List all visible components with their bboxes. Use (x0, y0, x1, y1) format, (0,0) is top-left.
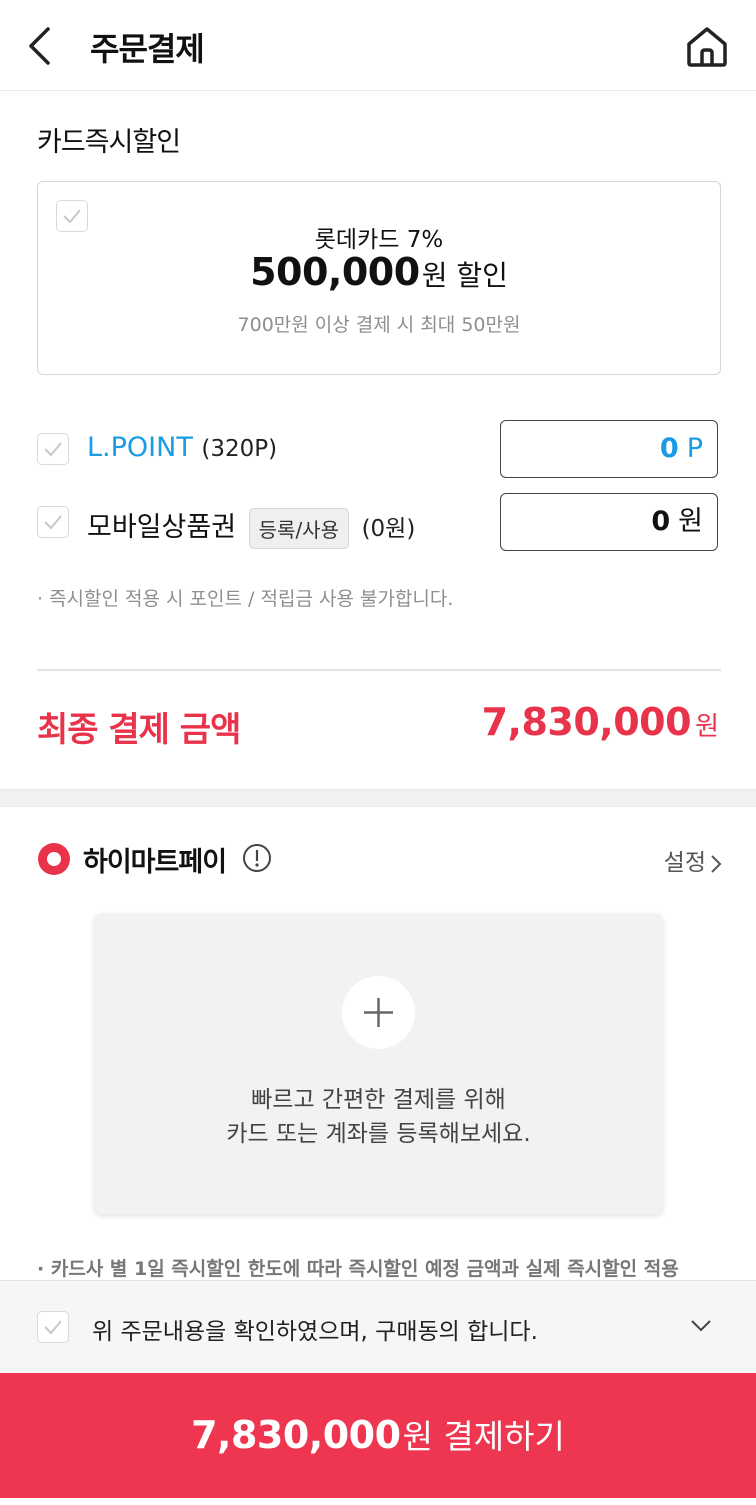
add-payment-card[interactable]: 빠르고 간편한 결제를 위해 카드 또는 계좌를 등록해보세요. (94, 913, 663, 1214)
pay-button[interactable]: 7,830,000원 결제하기 (0, 1373, 756, 1498)
chevron-down-icon[interactable] (690, 1319, 712, 1333)
discount-limit-warning: · 카드사 별 1일 즉시할인 한도에 따라 즉시할인 예정 금액과 실제 즉시… (37, 1258, 679, 1280)
lpoint-label: L.POINT (87, 432, 193, 463)
agreement-checkbox[interactable] (37, 1311, 69, 1343)
divider (37, 669, 721, 671)
check-icon (44, 1320, 62, 1335)
point-notice: · 즉시할인 적용 시 포인트 / 적립금 사용 불가합니다. (37, 588, 454, 610)
lpoint-input[interactable]: 0P (500, 420, 718, 478)
card-discount-note: 700만원 이상 결제 시 최대 50만원 (237, 314, 521, 336)
mobile-gift-balance: (0원) (361, 516, 416, 542)
mobile-gift-input[interactable]: 0원 (500, 493, 718, 551)
settings-label: 설정 (663, 850, 706, 876)
add-payment-text-line1: 빠르고 간편한 결제를 위해 (251, 1087, 506, 1113)
add-payment-text-line2: 카드 또는 계좌를 등록해보세요. (226, 1121, 531, 1147)
agreement-text: 위 주문내용을 확인하였으며, 구매동의 합니다. (92, 1319, 538, 1345)
himart-pay-radio[interactable] (37, 842, 71, 876)
discount-suffix: 원 할인 (421, 259, 508, 292)
section-gap (0, 789, 756, 807)
lpoint-checkbox[interactable] (37, 433, 69, 465)
check-icon (44, 442, 62, 457)
check-icon (44, 515, 62, 530)
lpoint-input-value: 0 (659, 433, 679, 464)
card-discount-amount: 500,000원 할인 (38, 250, 720, 294)
header: 주문결제 (0, 0, 756, 91)
final-amount: 7,830,000 원 (482, 700, 719, 744)
lpoint-row: L.POINT (320P) 0P (37, 420, 719, 480)
mobile-gift-input-value: 0 (651, 506, 671, 537)
himart-pay-title: 하이마트페이 (83, 847, 227, 878)
pay-button-amount: 7,830,000 (191, 1413, 401, 1457)
discount-value: 500,000 (250, 250, 420, 294)
mobile-gift-row: 모바일상품권 등록/사용 (0원) 0원 (37, 493, 719, 553)
mobile-gift-label: 모바일상품권 (87, 512, 237, 543)
lpoint-input-unit: P (686, 433, 703, 464)
lpoint-balance: (320P) (201, 436, 278, 462)
final-amount-label: 최종 결제 금액 (37, 710, 241, 750)
add-button[interactable] (342, 976, 415, 1049)
info-icon[interactable] (242, 843, 272, 873)
agreement-bar[interactable]: 위 주문내용을 확인하였으며, 구매동의 합니다. (0, 1280, 756, 1374)
plus-icon (364, 998, 393, 1027)
mobile-gift-input-unit: 원 (678, 506, 703, 537)
final-amount-unit: 원 (695, 712, 719, 742)
card-name: 롯데카드 7% (314, 227, 444, 253)
mobile-gift-checkbox[interactable] (37, 506, 69, 538)
final-amount-value: 7,830,000 (481, 700, 692, 744)
card-discount-box[interactable]: 롯데카드 7% 500,000원 할인 700만원 이상 결제 시 최대 50만… (37, 181, 721, 375)
back-arrow-icon[interactable] (26, 26, 56, 66)
register-use-button[interactable]: 등록/사용 (248, 508, 349, 549)
chevron-right-icon (711, 854, 722, 873)
home-icon[interactable] (684, 24, 730, 70)
pay-button-label: 원 결제하기 (402, 1417, 565, 1456)
lpoint-label-group: L.POINT (320P) (87, 432, 277, 463)
mobile-gift-label-group: 모바일상품권 등록/사용 (0원) (87, 505, 415, 549)
page-title: 주문결제 (90, 30, 205, 68)
settings-link[interactable]: 설정 (664, 843, 722, 877)
card-discount-label: 카드즉시할인 (37, 127, 181, 158)
